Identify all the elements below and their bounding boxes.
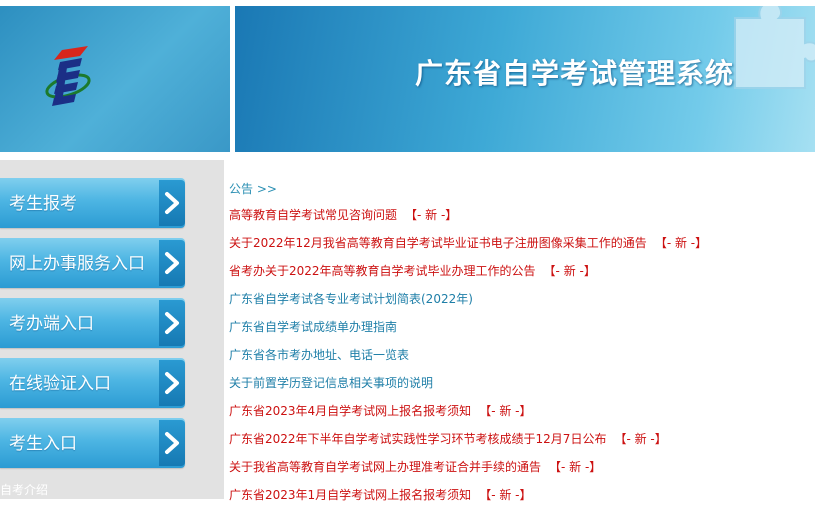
notice-item: 省考办关于2022年高等教育自学考试毕业办理工作的公告 【- 新 -】 xyxy=(229,264,809,292)
chevron-right-icon xyxy=(159,420,185,466)
chevron-right-icon xyxy=(159,180,185,226)
nav-button-label: 考生报考 xyxy=(9,194,77,214)
notice-item: 广东省2022年下半年自学考试实践性学习环节考核成绩于12月7日公布 【- 新 -… xyxy=(229,432,809,460)
header-banner: 广东省自学考试管理系统 xyxy=(0,0,815,155)
exam-intro-heading: 自考介绍 xyxy=(0,483,49,497)
exam-registration-button[interactable]: 考生报考 xyxy=(0,178,185,228)
nav-button-label: 网上办事服务入口 xyxy=(9,254,145,274)
notice-item: 高等教育自学考试常见咨询问题 【- 新 -】 xyxy=(229,208,809,236)
page-title: 广东省自学考试管理系统 xyxy=(415,57,735,90)
chevron-right-icon xyxy=(159,300,185,346)
notice-link[interactable]: 广东省各市考办地址、电话一览表 xyxy=(229,348,409,362)
notice-link[interactable]: 关于我省高等教育自学考试网上办理准考证合并手续的通告 xyxy=(229,460,541,474)
new-badge: 【- 新 -】 xyxy=(543,264,596,278)
notice-link[interactable]: 高等教育自学考试常见咨询问题 xyxy=(229,208,397,222)
notice-link[interactable]: 关于前置学历登记信息相关事项的说明 xyxy=(229,376,433,390)
notice-item: 关于我省高等教育自学考试网上办理准考证合并手续的通告 【- 新 -】 xyxy=(229,460,809,488)
nav-button-label: 考生入口 xyxy=(9,434,77,454)
notice-link[interactable]: 广东省2022年下半年自学考试实践性学习环节考核成绩于12月7日公布 xyxy=(229,432,606,446)
sidebar: 考生报考 网上办事服务入口 考办端入口 在线验证入口 考生入口 自考介绍 xyxy=(0,160,224,499)
notice-item: 广东省自学考试成绩单办理指南 xyxy=(229,320,809,348)
notice-section-title[interactable]: 公告 >> xyxy=(229,180,277,197)
notice-link[interactable]: 广东省自学考试成绩单办理指南 xyxy=(229,320,397,334)
notice-item: 关于2022年12月我省高等教育自学考试毕业证书电子注册图像采集工作的通告 【- … xyxy=(229,236,809,264)
exam-office-entry-button[interactable]: 考办端入口 xyxy=(0,298,185,348)
notice-item: 广东省2023年1月自学考试网上报名报考须知 【- 新 -】 xyxy=(229,488,809,516)
notice-list: 高等教育自学考试常见咨询问题 【- 新 -】 关于2022年12月我省高等教育自学考… xyxy=(229,208,809,516)
new-badge: 【- 新 -】 xyxy=(405,208,458,222)
notice-item: 广东省自学考试各专业考试计划简表(2022年) xyxy=(229,292,809,320)
nav-button-label: 考办端入口 xyxy=(9,314,94,334)
notice-link[interactable]: 省考办关于2022年高等教育自学考试毕业办理工作的公告 xyxy=(229,264,536,278)
banner-logo-panel xyxy=(0,6,230,152)
new-badge: 【- 新 -】 xyxy=(479,488,532,502)
notice-link[interactable]: 广东省自学考试各专业考试计划简表(2022年) xyxy=(229,292,473,306)
notice-link[interactable]: 关于2022年12月我省高等教育自学考试毕业证书电子注册图像采集工作的通告 xyxy=(229,236,647,250)
new-badge: 【- 新 -】 xyxy=(549,460,602,474)
online-verification-entry-button[interactable]: 在线验证入口 xyxy=(0,358,185,408)
chevron-right-icon xyxy=(159,360,185,406)
notice-link[interactable]: 广东省2023年1月自学考试网上报名报考须知 xyxy=(229,488,471,502)
notice-item: 关于前置学历登记信息相关事项的说明 xyxy=(229,376,809,404)
chevron-right-icon xyxy=(159,240,185,286)
banner-title-panel: 广东省自学考试管理系统 xyxy=(235,6,815,152)
new-badge: 【- 新 -】 xyxy=(479,404,532,418)
online-service-entry-button[interactable]: 网上办事服务入口 xyxy=(0,238,185,288)
notice-link[interactable]: 广东省2023年4月自学考试网上报名报考须知 xyxy=(229,404,471,418)
notice-item: 广东省各市考办地址、电话一览表 xyxy=(229,348,809,376)
exam-logo-icon xyxy=(45,46,91,106)
nav-button-label: 在线验证入口 xyxy=(9,374,111,394)
new-badge: 【- 新 -】 xyxy=(654,236,708,250)
notice-item: 广东省2023年4月自学考试网上报名报考须知 【- 新 -】 xyxy=(229,404,809,432)
new-badge: 【- 新 -】 xyxy=(614,432,667,446)
candidate-entry-button[interactable]: 考生入口 xyxy=(0,418,185,468)
